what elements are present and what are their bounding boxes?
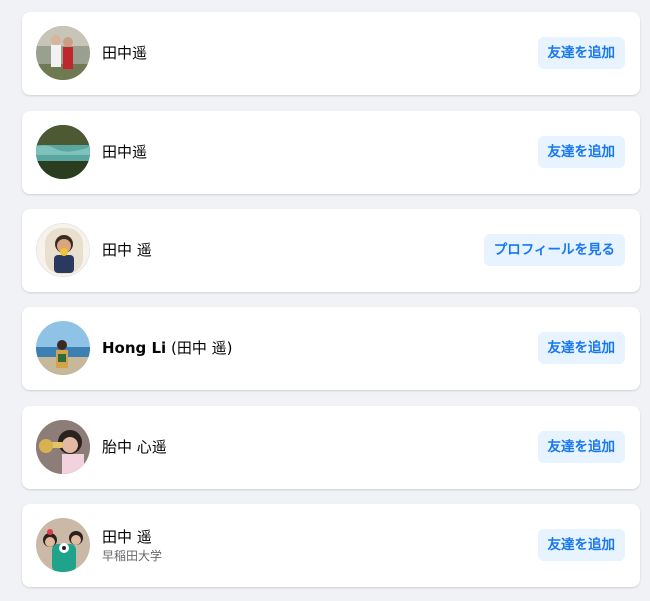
result-name[interactable]: 田中 遥 [102,528,162,547]
result-name[interactable]: 田中 遥 [102,241,152,260]
avatar[interactable] [36,518,90,572]
view-profile-button[interactable]: プロフィールを見る [483,234,625,266]
result-name[interactable]: 田中遥 [102,44,147,63]
result-card[interactable]: 田中 遥 早稲田大学 友達を追加 [22,504,640,587]
result-name[interactable]: Hong Li (田中 遥) [102,339,232,358]
profile-photo-icon [36,420,90,474]
result-card[interactable]: Hong Li (田中 遥) 友達を追加 [22,307,640,390]
add-friend-button[interactable]: 友達を追加 [537,37,625,69]
add-friend-button[interactable]: 友達を追加 [537,136,625,168]
search-results-list: 田中遥 友達を追加 田中遥 友達を追加 田中 遥 プロフィールを見る Hong … [0,0,650,601]
result-card[interactable]: 田中遥 友達を追加 [22,12,640,95]
result-card[interactable]: 田中 遥 プロフィールを見る [22,209,640,292]
profile-photo-icon [36,321,90,375]
profile-photo-icon [36,125,90,179]
result-name[interactable]: 胎中 心遥 [102,438,167,457]
result-subtitle: 早稲田大学 [102,548,163,563]
add-friend-button[interactable]: 友達を追加 [537,431,625,463]
profile-photo-icon [37,224,89,276]
result-name-bold: Hong Li [102,339,167,357]
avatar[interactable] [36,125,90,179]
add-friend-button[interactable]: 友達を追加 [537,529,625,561]
avatar[interactable] [36,321,90,375]
result-name-rest: (田中 遥) [166,339,233,357]
avatar[interactable] [36,223,90,277]
avatar[interactable] [36,26,90,80]
avatar[interactable] [36,420,90,474]
result-card[interactable]: 胎中 心遥 友達を追加 [22,406,640,489]
profile-photo-icon [36,518,90,572]
add-friend-button[interactable]: 友達を追加 [537,332,625,364]
result-card[interactable]: 田中遥 友達を追加 [22,111,640,194]
result-name[interactable]: 田中遥 [102,143,147,162]
profile-photo-icon [36,26,90,80]
